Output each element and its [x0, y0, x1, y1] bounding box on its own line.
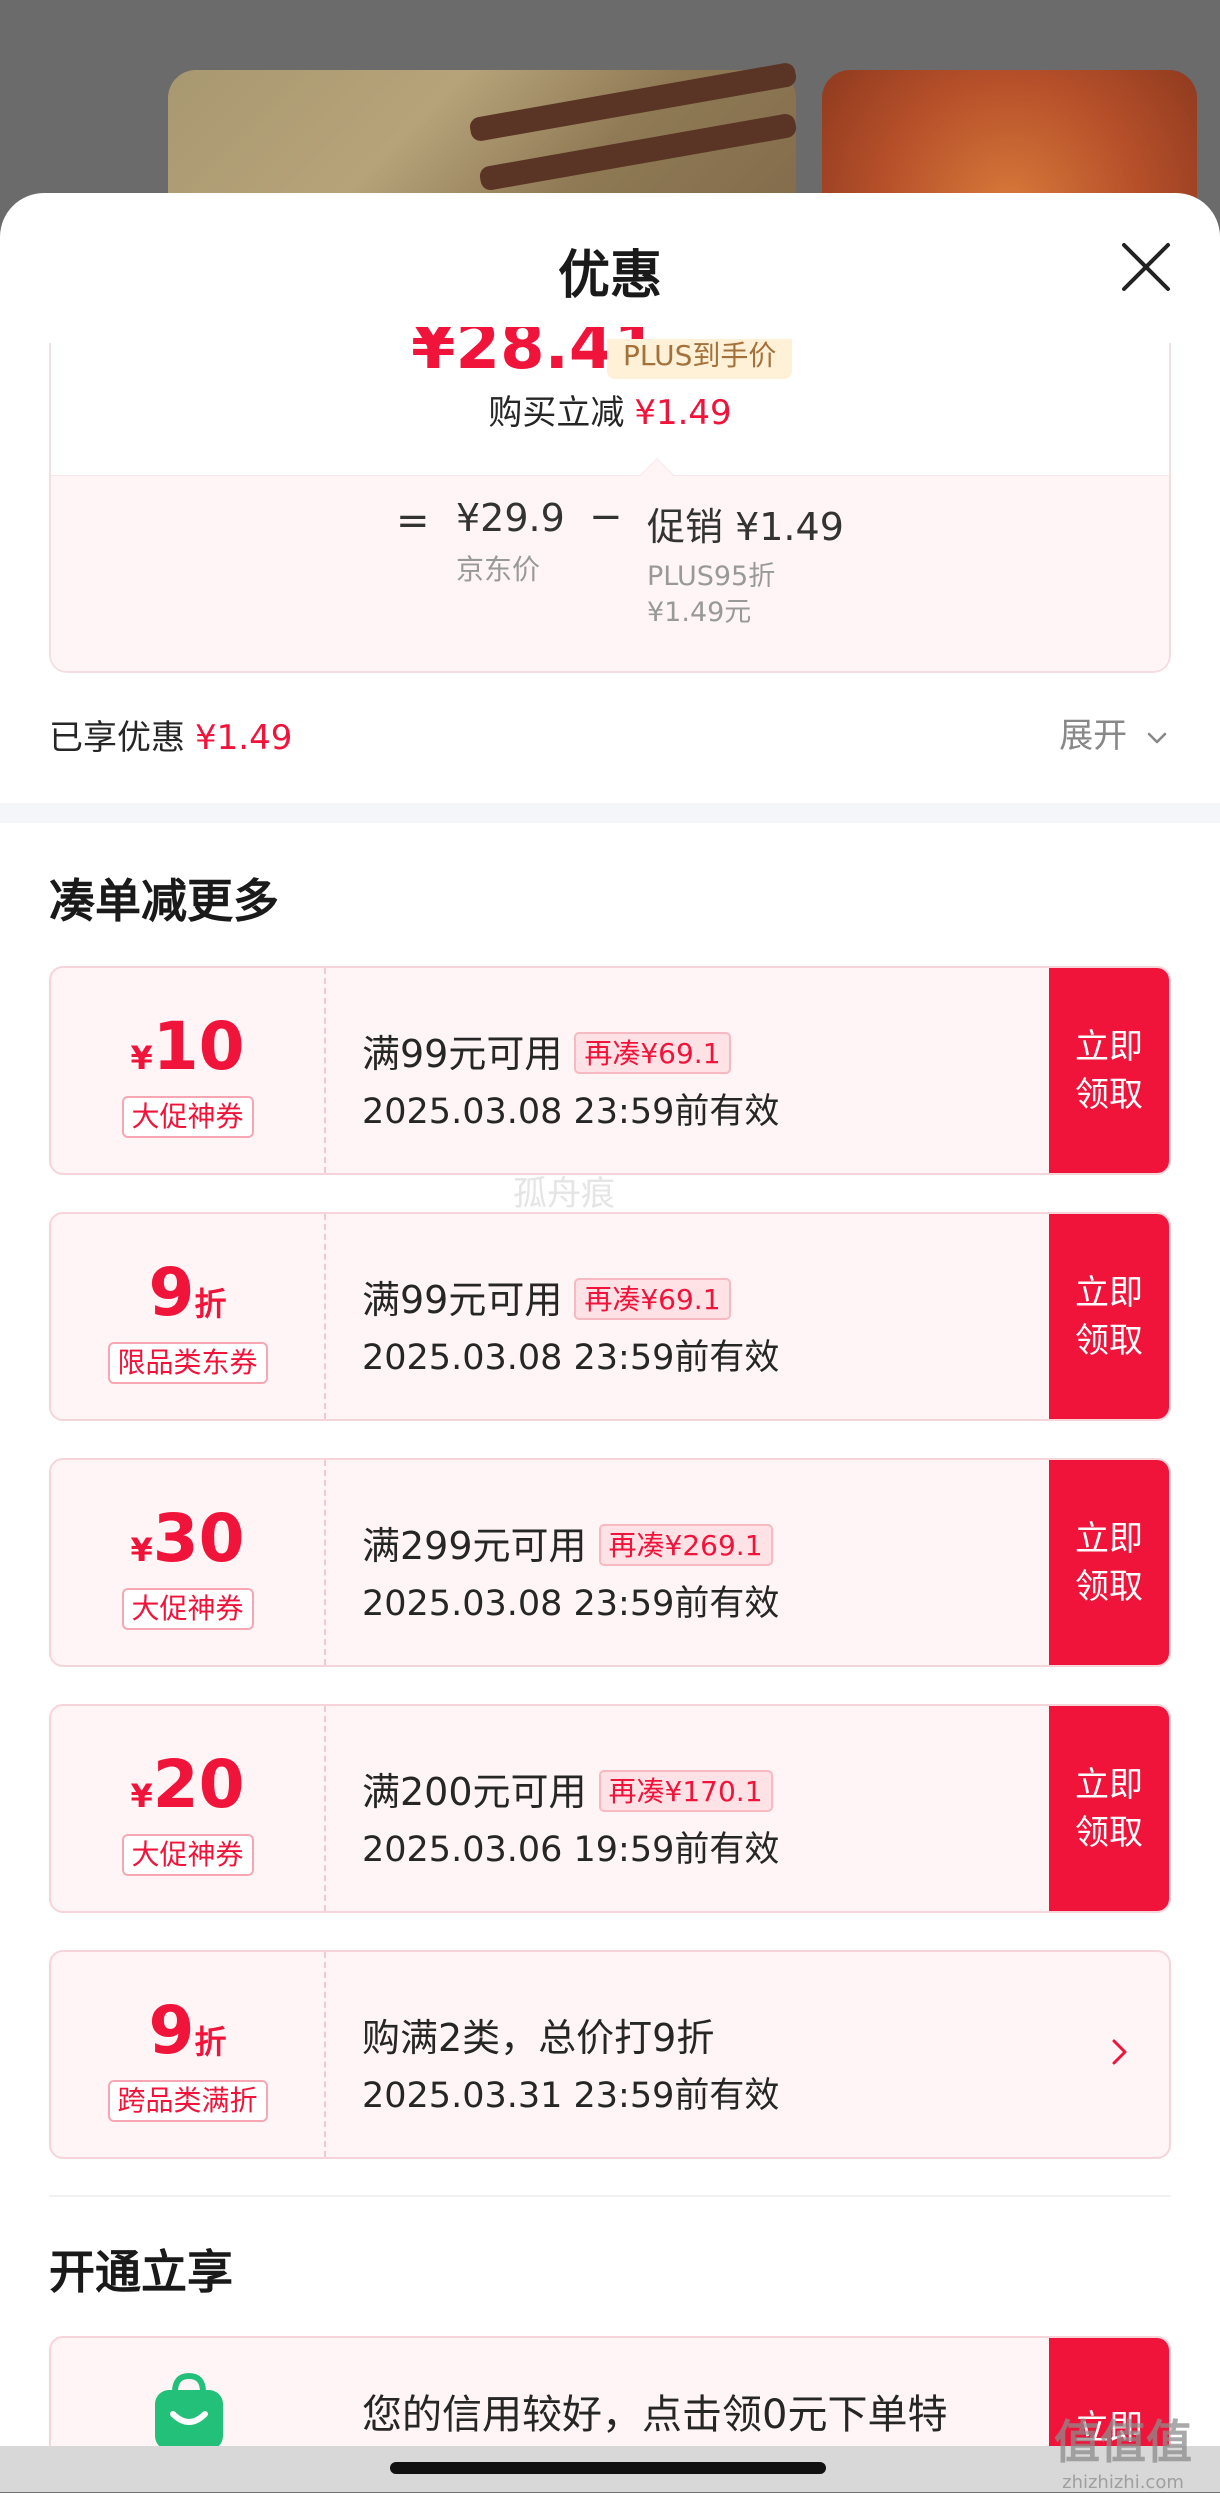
equals-sign: =	[396, 498, 430, 544]
site-watermark-url: zhizhizhi.com	[1062, 2472, 1184, 2493]
base-price-value: ¥29.9	[456, 496, 565, 540]
coupon-expiry: 2025.03.08 23:59前有效	[362, 1584, 780, 1624]
minus-sign: −	[589, 494, 623, 540]
coupon-tag: 大促神券	[121, 1834, 254, 1876]
promo-value: 促销 ¥1.49	[647, 505, 844, 549]
claim-button[interactable]: 立即 领取	[1049, 1460, 1169, 1665]
promo-desc-2: ¥1.49元	[647, 597, 752, 628]
credit-offer-text: 您的信用较好，点击领0元下单特	[362, 2392, 948, 2438]
enjoyed-label: 已享优惠	[49, 718, 185, 758]
enjoyed-value: ¥1.49	[195, 718, 293, 758]
base-price: ¥29.9 京东价	[456, 496, 565, 588]
coupon-tag: 限品类东券	[107, 1342, 268, 1384]
coupon-value-block: ¥20 大促神券	[51, 1706, 326, 1911]
shopping-bag-icon	[151, 2370, 227, 2454]
coupon-shortfall-badge: 再凑¥170.1	[598, 1770, 773, 1812]
coupon-value-block: ¥10 大促神券	[51, 968, 326, 1173]
coupon-expiry: 2025.03.06 19:59前有效	[362, 1830, 780, 1870]
expand-button[interactable]: 展开	[1059, 708, 1170, 757]
coupon-condition: 满200元可用 再凑¥170.1	[362, 1761, 773, 1816]
buy-discount-value: ¥1.49	[634, 393, 732, 433]
enjoyed-discount: 已享优惠 ¥1.49	[49, 710, 292, 759]
section-divider	[0, 803, 1220, 823]
claim-button[interactable]: 立即 领取	[1049, 968, 1169, 1173]
coupon-condition: 购满2类，总价打9折	[362, 2016, 715, 2060]
coupon-amount: ¥10	[130, 1008, 245, 1085]
watermark: 孤舟痕	[513, 1174, 615, 1214]
notch	[640, 458, 674, 492]
section-title-open: 开通立享	[49, 2245, 233, 2299]
coupon-card: ¥30 大促神券 满299元可用 再凑¥269.1 2025.03.08 23:5…	[49, 1458, 1171, 1667]
coupon-amount: 9折	[148, 1254, 227, 1331]
coupon-tag: 大促神券	[121, 1588, 254, 1630]
divider	[49, 2195, 1171, 2197]
coupon-tag: 跨品类满折	[107, 2080, 268, 2122]
price-breakdown-card: ¥28.41 PLUS到手价 购买立减 ¥1.49 = ¥29.9 京东价 − 促…	[49, 327, 1171, 673]
base-price-label: 京东价	[456, 553, 541, 586]
coupon-expiry: 2025.03.08 23:59前有效	[362, 1338, 780, 1378]
close-button[interactable]	[1116, 237, 1176, 297]
coupon-expiry: 2025.03.31 23:59前有效	[362, 2076, 780, 2116]
home-indicator-area	[0, 2446, 1220, 2492]
close-icon	[1122, 243, 1170, 291]
promo-discount: 促销 ¥1.49 PLUS95折 ¥1.49元	[647, 496, 844, 631]
coupon-condition: 满99元可用 再凑¥69.1	[362, 1269, 731, 1324]
claim-button[interactable]: 立即 领取	[1049, 1706, 1169, 1911]
expand-label: 展开	[1059, 716, 1128, 756]
cross-category-offer[interactable]: 9折 跨品类满折 购满2类，总价打9折 2025.03.31 23:59前有效	[49, 1950, 1171, 2159]
promo-desc-1: PLUS95折	[647, 561, 776, 592]
coupon-card: 9折 限品类东券 满99元可用 再凑¥69.1 2025.03.08 23:59前…	[49, 1212, 1171, 1421]
coupon-card: ¥10 大促神券 满99元可用 再凑¥69.1 2025.03.08 23:59前…	[49, 966, 1171, 1175]
coupon-amount: ¥20	[130, 1746, 245, 1823]
coupon-value-block: 9折 跨品类满折	[51, 1952, 326, 2157]
site-watermark: 值值值 zhizhizhi.com	[1054, 2406, 1192, 2493]
coupon-expiry: 2025.03.08 23:59前有效	[362, 1092, 780, 1132]
section-title-more: 凑单减更多	[49, 874, 279, 928]
coupon-value-block: ¥30 大促神券	[51, 1460, 326, 1665]
coupon-shortfall-badge: 再凑¥69.1	[574, 1032, 731, 1074]
claim-button[interactable]: 立即 领取	[1049, 1214, 1169, 1419]
home-indicator[interactable]	[390, 2462, 826, 2474]
chevron-down-icon	[1147, 732, 1167, 743]
buy-discount-label: 购买立减	[488, 393, 625, 433]
sheet-header: 优惠	[0, 193, 1220, 343]
price-formula: = ¥29.9 京东价 − 促销 ¥1.49 PLUS95折 ¥1.49元	[51, 458, 1169, 671]
coupon-amount: 9折	[148, 1992, 227, 2069]
site-watermark-name: 值值值	[1054, 2415, 1192, 2469]
coupon-value-block: 9折 限品类东券	[51, 1214, 326, 1419]
coupon-condition: 满299元可用 再凑¥269.1	[362, 1515, 773, 1570]
coupon-tag: 大促神券	[121, 1096, 254, 1138]
discount-sheet: 优惠 ¥28.41 PLUS到手价 购买立减 ¥1.49 = ¥29.9 京东价 …	[0, 193, 1220, 2492]
coupon-shortfall-badge: 再凑¥69.1	[574, 1278, 731, 1320]
sheet-title: 优惠	[557, 246, 662, 306]
plus-price-tag: PLUS到手价	[607, 339, 793, 379]
coupon-card: ¥20 大促神券 满200元可用 再凑¥170.1 2025.03.06 19:5…	[49, 1704, 1171, 1913]
coupon-amount: ¥30	[130, 1500, 245, 1577]
coupon-condition: 满99元可用 再凑¥69.1	[362, 1023, 731, 1078]
chevron-right-icon	[1109, 2034, 1131, 2074]
coupon-shortfall-badge: 再凑¥269.1	[598, 1524, 773, 1566]
buy-discount-line: 购买立减 ¥1.49	[51, 385, 1169, 434]
